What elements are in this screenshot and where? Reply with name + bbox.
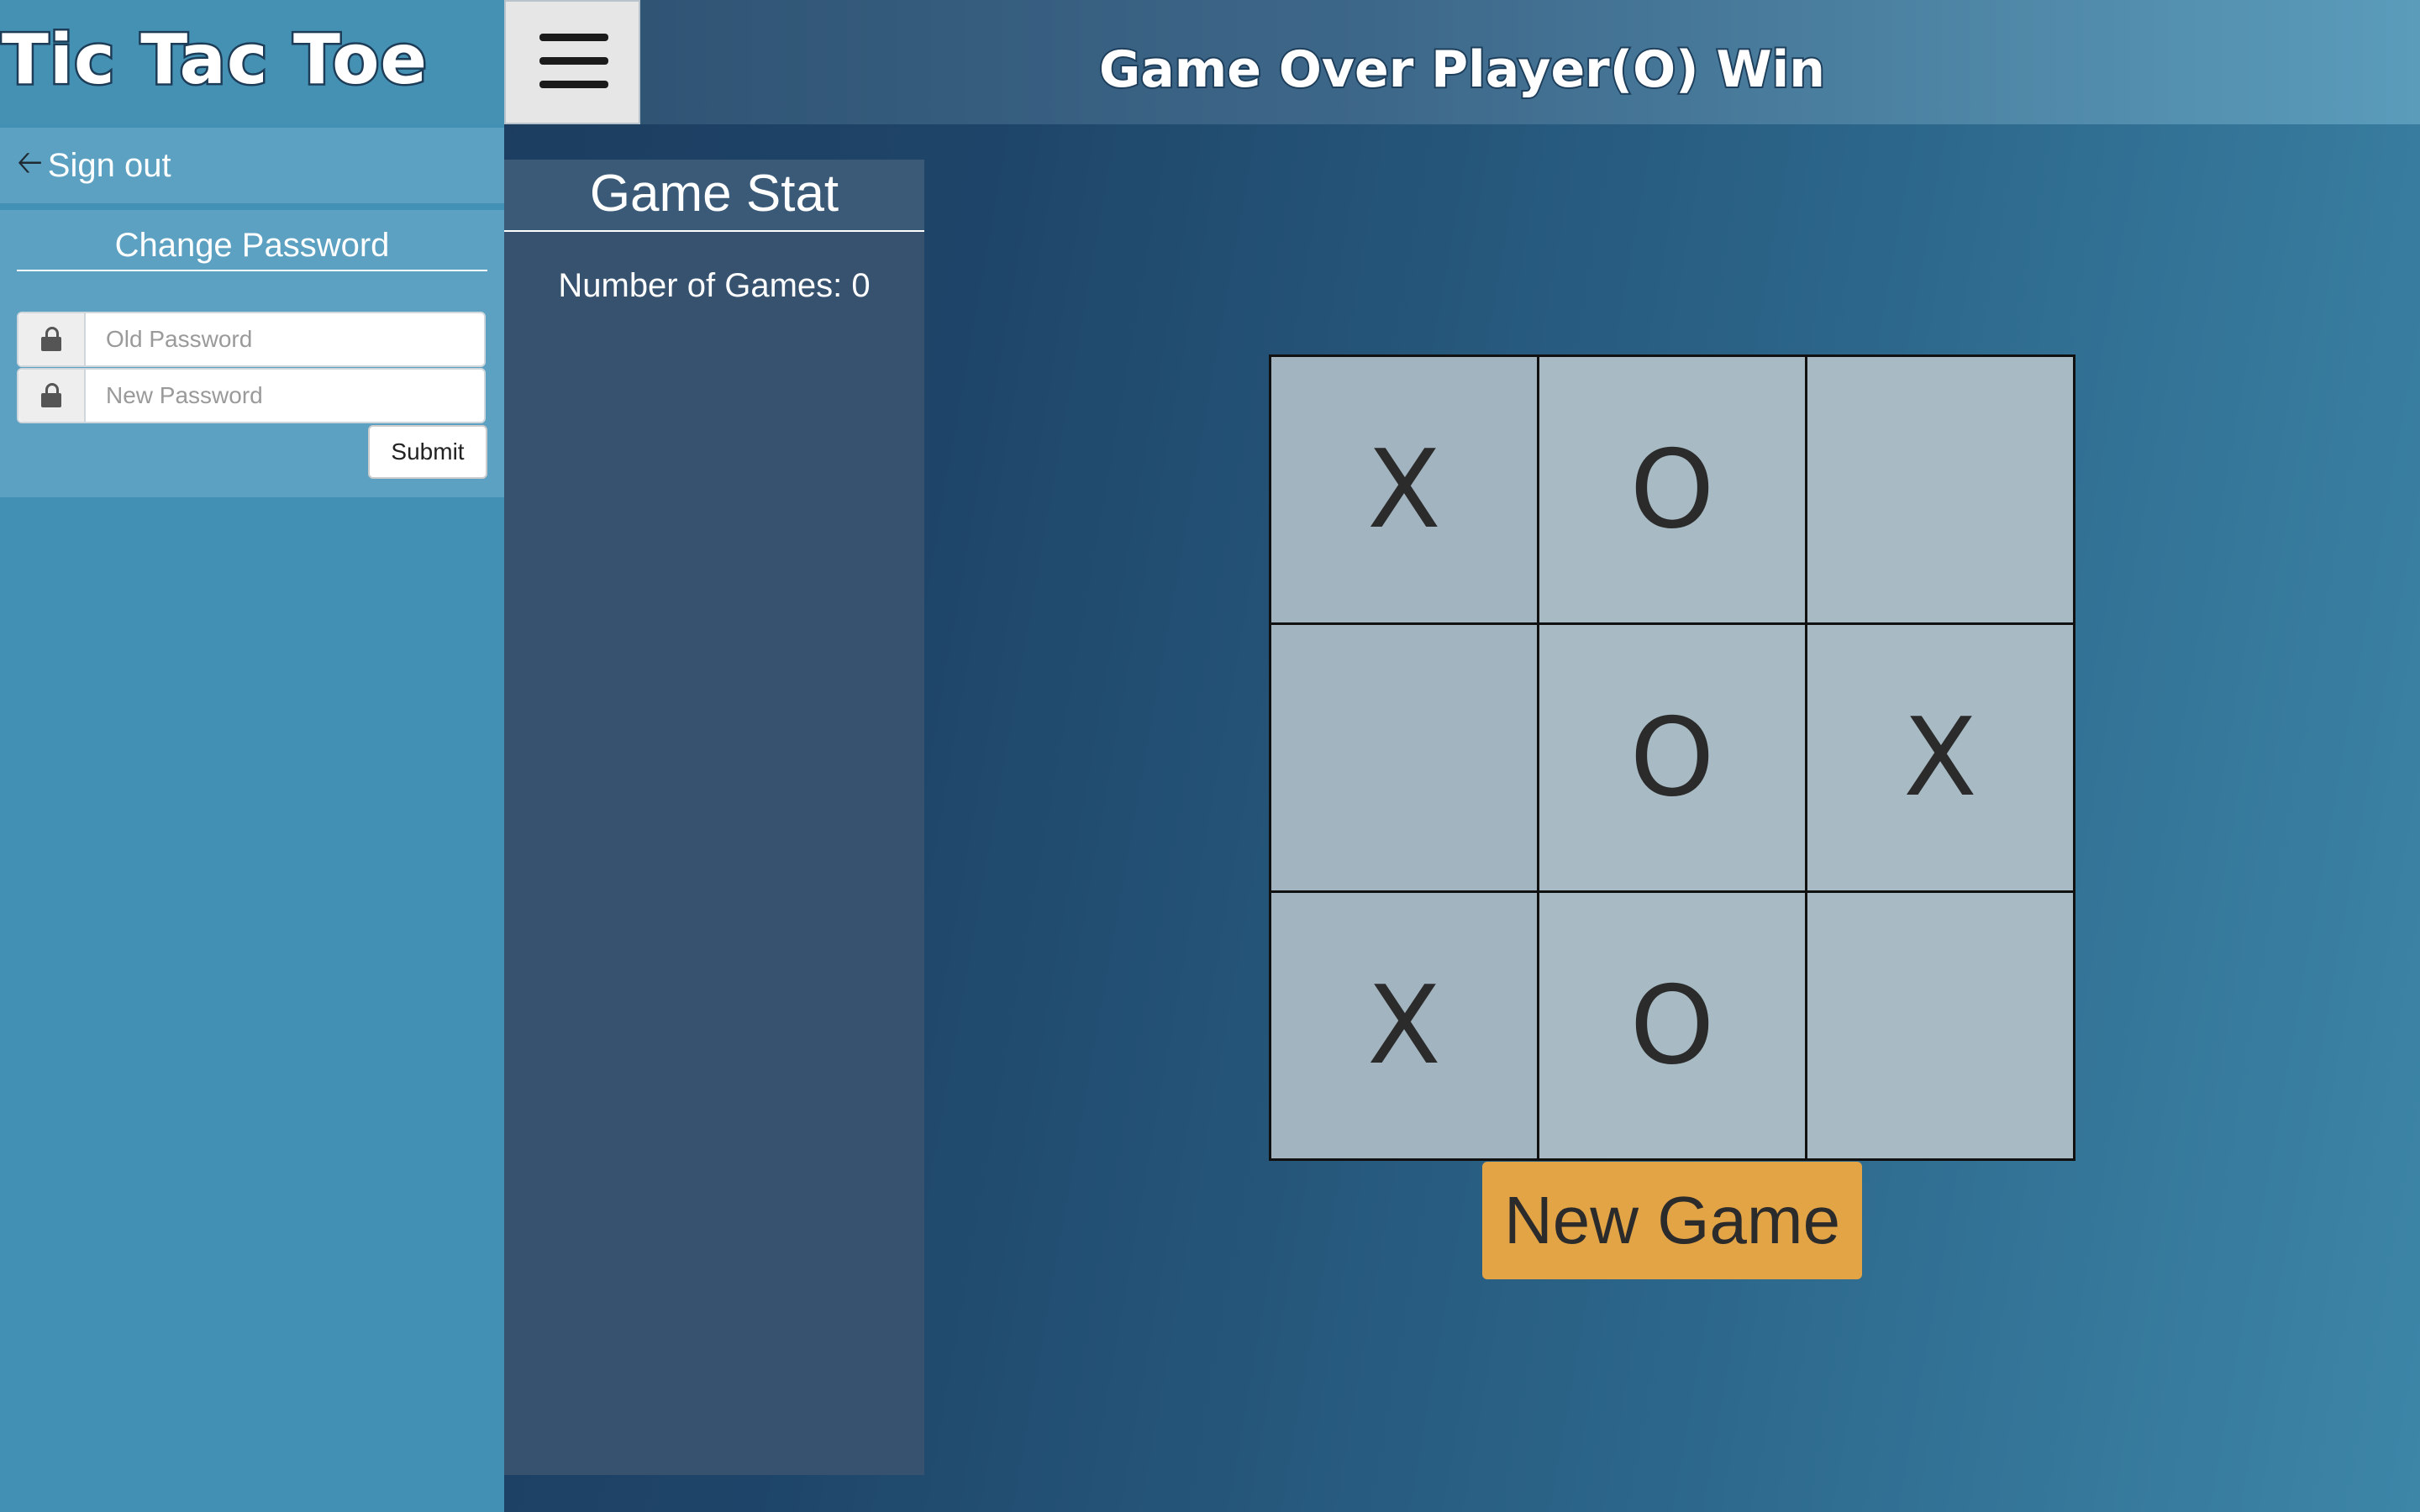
brand-header: Tic Tac Toe bbox=[0, 0, 504, 124]
submit-button[interactable]: Submit bbox=[368, 425, 487, 479]
games-count-value: 0 bbox=[851, 267, 871, 304]
new-password-input[interactable] bbox=[86, 370, 484, 422]
new-password-group bbox=[17, 368, 486, 423]
change-password-title: Change Password bbox=[17, 227, 487, 271]
board-cell[interactable]: X bbox=[1271, 357, 1537, 622]
game-status-message: Game Over Player(O) Win bbox=[1097, 39, 1827, 101]
old-password-group bbox=[17, 312, 486, 367]
board-cell[interactable]: O bbox=[1539, 893, 1805, 1158]
sign-out-link[interactable]: 🡠 Sign out bbox=[0, 128, 504, 203]
board-cell[interactable]: O bbox=[1539, 625, 1805, 890]
board-cell[interactable]: O bbox=[1539, 357, 1805, 622]
lock-icon bbox=[41, 327, 61, 352]
sidebar: Tic Tac Toe 🡠 Sign out Change Password S… bbox=[0, 0, 504, 1512]
game-stat-panel: Game Stat Number of Games: 0 bbox=[504, 160, 924, 1475]
menu-toggle-button[interactable] bbox=[504, 0, 640, 124]
board-cell[interactable]: X bbox=[1807, 625, 2073, 890]
new-password-addon bbox=[18, 370, 86, 422]
change-password-form: Change Password Submit bbox=[0, 210, 504, 497]
games-count-line: Number of Games: 0 bbox=[504, 267, 924, 305]
old-password-input[interactable] bbox=[86, 313, 484, 365]
sign-out-label: Sign out bbox=[47, 146, 171, 184]
board-cell[interactable]: X bbox=[1271, 893, 1537, 1158]
new-game-button[interactable]: New Game bbox=[1482, 1162, 1862, 1279]
game-board: X O O X X O bbox=[1269, 354, 2075, 1161]
app-title: Tic Tac Toe bbox=[0, 18, 429, 102]
board-cell[interactable] bbox=[1271, 625, 1537, 890]
game-stat-title: Game Stat bbox=[504, 160, 924, 232]
board-cell[interactable] bbox=[1807, 893, 2073, 1158]
games-count-label: Number of Games: bbox=[558, 267, 843, 304]
arrow-left-icon: 🡠 bbox=[17, 144, 43, 181]
lock-icon bbox=[41, 383, 61, 408]
board-cell[interactable] bbox=[1807, 357, 2073, 622]
old-password-addon bbox=[18, 313, 86, 365]
